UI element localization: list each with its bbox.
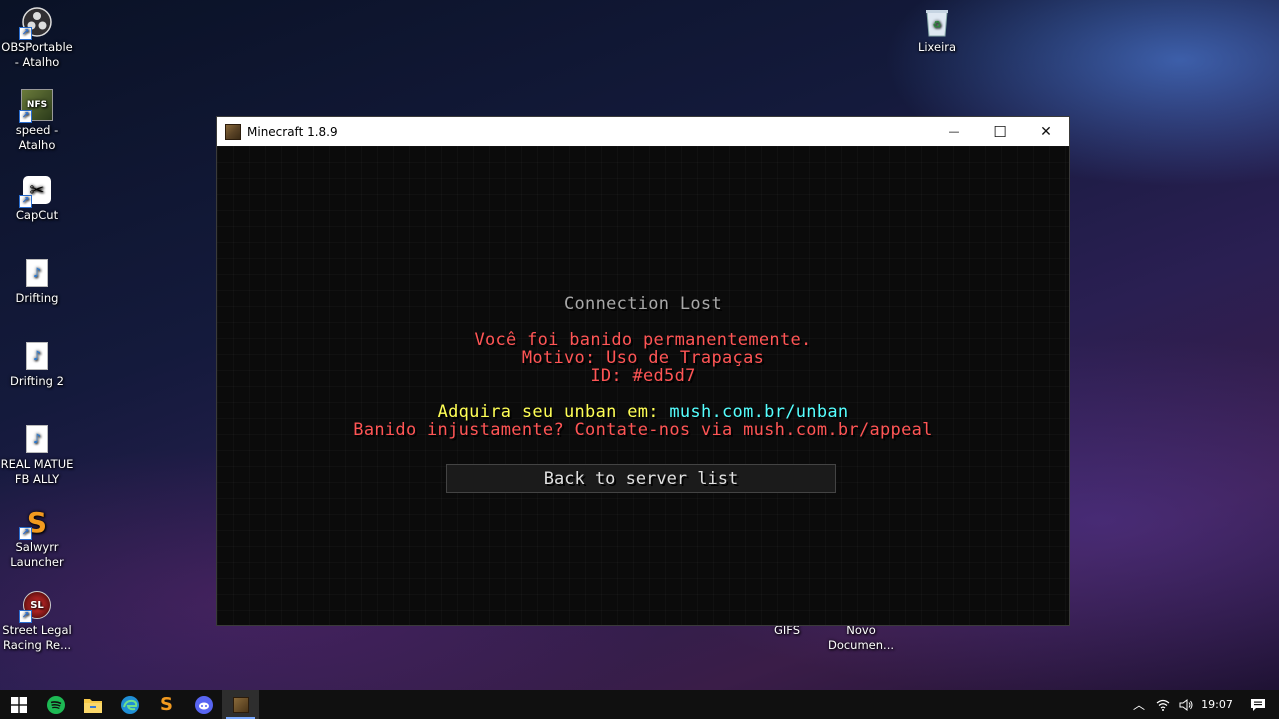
game-viewport: Connection Lost Você foi banido permanen… [217,146,1069,625]
notifications-icon[interactable] [1237,698,1279,712]
desktop-icon-label: REAL MATUE FB ALLY [0,457,74,486]
mp3-file-icon: ♪ [21,257,53,289]
capcut-icon: ✂ ↗ [19,174,53,208]
shortcut-arrow-icon: ↗ [19,610,32,623]
slrr-icon: SL ↗ [19,589,53,623]
appeal-line: Banido injustamente? Contate-nos via mus… [353,420,933,440]
desktop-icon-label: speed - Atalho [15,123,59,152]
taskbar-file-explorer[interactable] [74,690,111,719]
close-icon: ✕ [1040,123,1052,140]
maximize-button[interactable]: ☐ [977,117,1023,146]
taskbar-salwyrr[interactable]: S [148,690,185,719]
minecraft-icon [232,696,249,713]
taskbar-minecraft[interactable] [222,690,259,719]
spotify-icon [46,695,65,714]
shortcut-arrow-icon: ↗ [19,110,32,123]
taskbar-edge[interactable] [111,690,148,719]
desktop-icon-label: Lixeira [917,40,957,54]
obs-icon: ↗ [19,6,53,40]
desktop-icon-label: Salwyrr Launcher [10,540,64,569]
desktop-icon-label: OBSPortable - Atalho [1,40,73,69]
minimize-button[interactable]: — [931,117,977,146]
windows-start-icon [10,696,27,713]
desktop-icon-obs[interactable]: ↗ OBSPortable - Atalho [0,6,74,70]
shortcut-arrow-icon: ↗ [19,527,32,540]
shortcut-arrow-icon: ↗ [19,27,32,40]
desktop-icon-label: Street Legal Racing Re... [2,623,72,652]
taskbar: S ︿ 19:07 [0,690,1279,719]
desktop-icon-real-matue[interactable]: ♪ REAL MATUE FB ALLY [0,423,74,487]
desktop-icon-label: CapCut [15,208,59,222]
desktop-icon-label: Drifting [15,291,59,305]
svg-text:♻: ♻ [933,20,942,31]
minecraft-window[interactable]: Minecraft 1.8.9 — ☐ ✕ Connection Lost Vo… [216,116,1070,626]
recycle-bin-icon: ♻ [921,6,953,38]
salwyrr-icon: S [160,694,173,715]
desktop-icon-slrr[interactable]: SL ↗ Street Legal Racing Re... [0,589,74,653]
ban-reason-line: Motivo: Uso de Trapaças [521,348,765,368]
taskbar-spotify[interactable] [37,690,74,719]
desktop-icon-drifting-2[interactable]: ♪ Drifting 2 [0,340,74,389]
minimize-icon: — [948,125,960,138]
maximize-icon: ☐ [993,122,1007,141]
clock[interactable]: 19:07 [1197,698,1237,711]
close-button[interactable]: ✕ [1023,117,1069,146]
file-explorer-icon [83,698,102,713]
desktop-icon-salwyrr[interactable]: S ↗ Salwyrr Launcher [0,506,74,570]
mp3-file-icon: ♪ [21,340,53,372]
salwyrr-icon: S ↗ [19,506,53,540]
start-button[interactable] [0,690,37,719]
taskbar-discord[interactable] [185,690,222,719]
desktop-icon-label: Drifting 2 [10,374,64,388]
ban-message-line-1: Você foi banido permanentemente. [474,330,812,350]
window-titlebar[interactable]: Minecraft 1.8.9 — ☐ ✕ [217,117,1069,146]
unban-prefix-text: Adquira seu unban em: [437,402,670,422]
mp3-file-icon: ♪ [21,423,53,455]
desktop-icon-label: Novo Documen... [827,623,895,652]
shortcut-arrow-icon: ↗ [19,195,32,208]
discord-icon [194,695,213,714]
system-tray: ︿ 19:07 [1127,690,1279,719]
nfs-icon: NFS ↗ [19,89,53,123]
unban-link-text: mush.com.br/unban [669,402,849,422]
connection-lost-heading: Connection Lost [563,294,723,314]
desktop-icon-capcut[interactable]: ✂ ↗ CapCut [0,174,74,223]
unban-line: Adquira seu unban em: mush.com.br/unban [217,402,1069,422]
ban-id-line: ID: #ed5d7 [590,366,696,386]
back-to-server-list-button[interactable]: Back to server list [446,464,836,493]
desktop-icon-recycle-bin[interactable]: ♻ Lixeira [900,6,974,55]
minecraft-icon [225,123,241,140]
volume-icon[interactable] [1175,698,1197,711]
desktop-icon-drifting[interactable]: ♪ Drifting [0,257,74,306]
desktop-icon-novo-documento[interactable]: Novo Documen... [824,623,898,653]
show-hidden-icons-chevron-icon[interactable]: ︿ [1127,696,1151,713]
desktop-icon-speed[interactable]: NFS ↗ speed - Atalho [0,89,74,153]
edge-icon [120,695,139,714]
window-title: Minecraft 1.8.9 [247,124,338,139]
network-icon[interactable] [1151,699,1175,711]
